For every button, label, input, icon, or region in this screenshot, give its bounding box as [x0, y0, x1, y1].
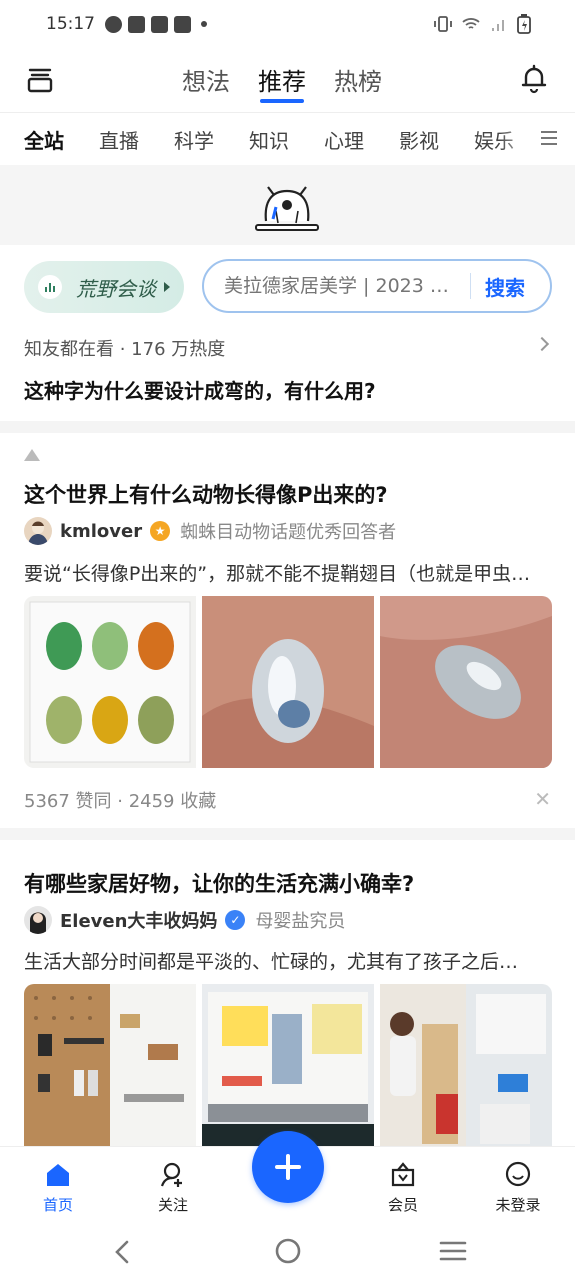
section-gap — [0, 421, 575, 433]
category-science[interactable]: 科学 — [174, 125, 214, 154]
feed-card[interactable]: 有哪些家居好物，让你的生活充满小确幸? Eleven大丰收妈妈 ✓ 母婴盐究员 … — [0, 840, 575, 1146]
nav-follow[interactable]: 关注 — [133, 1147, 213, 1227]
search-box[interactable]: 搜索 — [202, 259, 552, 313]
author-row[interactable]: Eleven大丰收妈妈 ✓ 母婴盐究员 — [24, 906, 345, 934]
wild-talk-badge[interactable]: 荒野会谈 — [24, 261, 184, 313]
wifi-icon — [462, 18, 480, 29]
signal-icon — [492, 20, 504, 31]
nav-follow-label: 关注 — [157, 1195, 188, 1214]
member-icon — [391, 1161, 415, 1186]
image-row[interactable] — [24, 984, 552, 1146]
answer-excerpt[interactable]: 生活大部分时间都是平淡的、忙碌的，尤其有了孩子之后… — [24, 947, 552, 974]
search-button[interactable]: 搜索 — [485, 272, 525, 301]
nav-profile-label: 未登录 — [495, 1195, 541, 1214]
category-menu-icon[interactable] — [541, 131, 557, 149]
search-divider — [470, 273, 471, 299]
silver-beetle-closeup-image[interactable] — [380, 596, 552, 768]
nav-member[interactable]: 会员 — [363, 1147, 443, 1227]
author-row[interactable]: kmlover ★ 蜘蛛目动物话题优秀回答者 — [24, 517, 396, 545]
message-notification-icon — [174, 15, 191, 33]
status-time: 15:17 — [46, 14, 95, 34]
tab-recommend[interactable]: 推荐 — [258, 62, 306, 103]
section-gap — [0, 828, 575, 840]
chevron-right-icon[interactable] — [534, 336, 550, 352]
tab-thoughts[interactable]: 想法 — [182, 62, 230, 103]
category-live[interactable]: 直播 — [99, 125, 139, 154]
mascot-banner — [0, 165, 575, 245]
vibrate-icon — [434, 16, 452, 32]
nav-home[interactable]: 首页 — [18, 1147, 98, 1227]
home-icon — [47, 1163, 69, 1186]
top-tabs: 想法 推荐 热榜 — [182, 62, 382, 103]
author-description: 母婴盐究员 — [255, 911, 346, 932]
category-fade — [499, 113, 539, 165]
message-notification-icon — [151, 15, 168, 33]
image-row[interactable] — [24, 596, 552, 768]
answer-stats: 5367 赞同 · 2459 收藏 — [24, 791, 217, 812]
kid-playroom-image[interactable] — [380, 984, 552, 1146]
nav-profile[interactable]: 未登录 — [478, 1147, 558, 1227]
app-notification-icon — [105, 15, 122, 33]
author-description: 蜘蛛目动物话题优秀回答者 — [180, 522, 397, 543]
hot-section: 荒野会谈 搜索 知友都在看 · 176 万热度 这种字为什么要设计成弯的，有什么… — [0, 245, 575, 421]
stack-icon[interactable] — [26, 66, 54, 94]
beetle-collection-image[interactable] — [24, 596, 196, 768]
category-knowledge[interactable]: 知识 — [249, 125, 289, 154]
more-notifications-icon — [201, 21, 207, 27]
play-arrow-icon — [164, 282, 170, 292]
battery-icon — [517, 14, 531, 34]
search-input[interactable] — [224, 275, 460, 297]
system-status-icons — [433, 14, 531, 34]
nav-home-label: 首页 — [42, 1195, 73, 1214]
answer-excerpt[interactable]: 要说“长得像P出来的”，那就不能不提鞘翅目（也就是甲虫… — [24, 559, 552, 586]
question-title[interactable]: 有哪些家居好物，让你的生活充满小确幸? — [24, 868, 414, 898]
collapse-arrow-icon[interactable] — [24, 449, 40, 461]
avatar[interactable] — [24, 517, 52, 545]
author-name[interactable]: Eleven大丰收妈妈 — [60, 907, 217, 933]
audio-bars-icon — [38, 275, 62, 299]
bottom-nav: 首页 关注 会员 未登录 — [0, 1131, 575, 1227]
mascot-icon — [255, 186, 319, 231]
feed-card[interactable]: 这个世界上有什么动物长得像P出来的? kmlover ★ 蜘蛛目动物话题优秀回答… — [0, 433, 575, 828]
create-post-button[interactable] — [252, 1131, 324, 1203]
message-notification-icon — [128, 15, 145, 33]
status-bar: 15:17 — [0, 0, 575, 48]
close-icon[interactable]: ✕ — [534, 787, 551, 811]
nav-member-label: 会员 — [387, 1195, 418, 1214]
smiley-icon — [505, 1161, 531, 1186]
plus-icon — [275, 1154, 301, 1180]
notification-icons — [105, 15, 207, 33]
top-bar: 想法 推荐 热榜 — [0, 48, 575, 112]
recent-apps-icon[interactable] — [438, 1238, 468, 1264]
category-all[interactable]: 全站 — [24, 125, 64, 154]
system-nav-bar — [0, 1226, 575, 1280]
hot-meta: 知友都在看 · 176 万热度 — [24, 339, 226, 360]
category-film[interactable]: 影视 — [399, 125, 439, 154]
verified-badge-icon: ✓ — [225, 910, 246, 930]
wild-talk-label: 荒野会谈 — [76, 276, 156, 301]
category-bar: 全站 直播 科学 知识 心理 影视 娱乐 — [0, 113, 575, 165]
question-title[interactable]: 这个世界上有什么动物长得像P出来的? — [24, 479, 388, 509]
author-name[interactable]: kmlover — [60, 521, 142, 542]
excellent-answerer-badge-icon: ★ — [150, 521, 171, 541]
add-person-icon — [160, 1162, 182, 1187]
silver-beetle-image[interactable] — [202, 596, 374, 768]
tab-hot-list[interactable]: 热榜 — [334, 62, 382, 103]
pegboard-image[interactable] — [24, 984, 196, 1146]
back-icon[interactable] — [110, 1238, 134, 1266]
bell-icon[interactable] — [519, 64, 549, 94]
category-psychology[interactable]: 心理 — [324, 125, 364, 154]
avatar[interactable] — [24, 906, 52, 934]
hot-question-title[interactable]: 这种字为什么要设计成弯的，有什么用? — [24, 375, 376, 404]
home-circle-icon[interactable] — [273, 1236, 303, 1266]
learning-space-image[interactable] — [202, 984, 374, 1146]
